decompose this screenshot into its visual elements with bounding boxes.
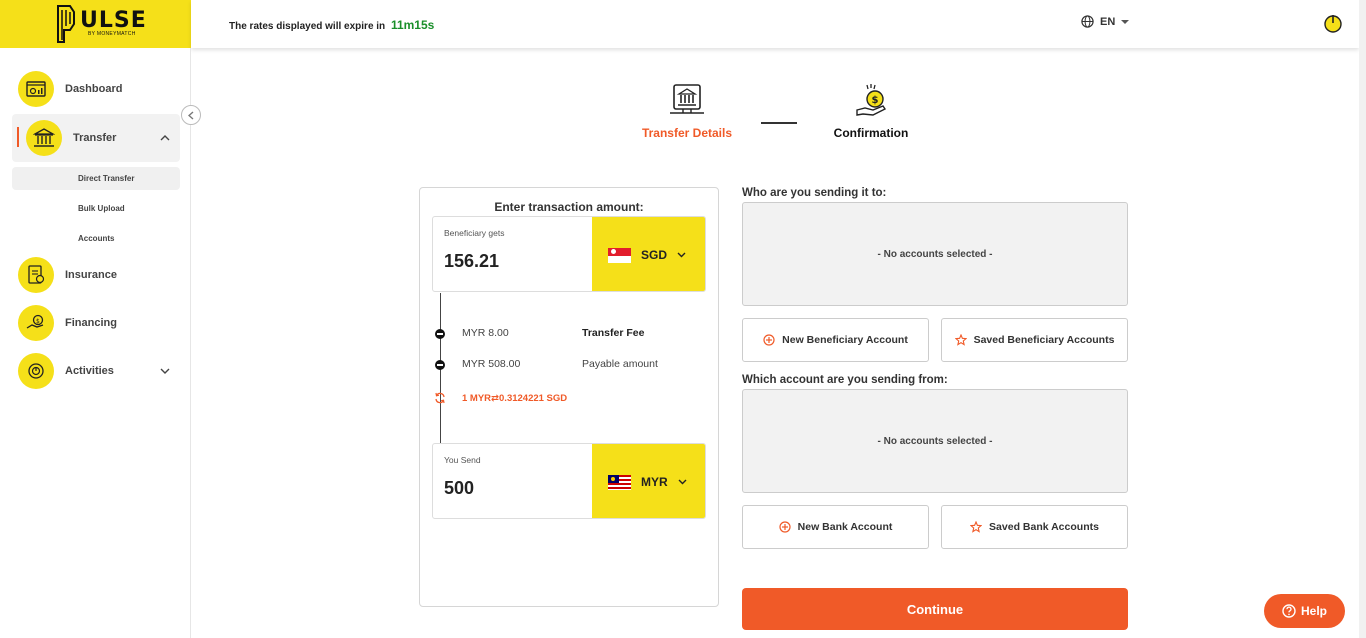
- caret-down-icon: [1121, 19, 1130, 24]
- equals-icon: [435, 360, 445, 370]
- sidebar-item-insurance[interactable]: Insurance: [12, 254, 180, 296]
- active-indicator: [17, 127, 19, 147]
- help-label: Help: [1300, 604, 1327, 618]
- send-currency-select[interactable]: MYR: [592, 444, 705, 518]
- fee-label: Transfer Fee: [582, 327, 645, 339]
- star-icon: [970, 521, 983, 533]
- step-label: Transfer Details: [641, 126, 733, 140]
- sidebar-item-label: Activities: [65, 365, 114, 377]
- payable-amount-row: MYR 508.00 Payable amount: [434, 357, 694, 371]
- pulse-logo-icon: [57, 5, 75, 43]
- expiry-timer: 11m15s: [390, 18, 435, 32]
- send-caption: You Send: [444, 455, 481, 465]
- sidebar-item-label: Financing: [65, 317, 117, 329]
- continue-button[interactable]: Continue: [742, 588, 1128, 630]
- rate-to: 0.3124221 SGD: [499, 393, 568, 404]
- fee-amount: MYR 8.00: [462, 327, 509, 339]
- step-transfer-details: Transfer Details: [620, 82, 754, 140]
- svg-text:$: $: [36, 318, 40, 325]
- sidebar: Dashboard Transfer Direct Transfer Bulk …: [0, 48, 191, 638]
- brand-name: ULSE: [80, 8, 147, 33]
- help-button[interactable]: Help: [1264, 594, 1345, 628]
- chevron-down-icon: [677, 252, 686, 258]
- chevron-up-icon[interactable]: [160, 135, 170, 141]
- coin-hand-icon: $: [856, 84, 887, 116]
- sidebar-item-activities[interactable]: Activities: [12, 350, 180, 392]
- payable-amount: MYR 508.00: [462, 358, 521, 370]
- button-label: Saved Bank Accounts: [989, 521, 1099, 533]
- saved-bank-accounts-button[interactable]: Saved Bank Accounts: [941, 505, 1128, 549]
- brand-tagline: BY MONEYMATCH: [88, 31, 136, 37]
- chevron-left-icon: [188, 110, 194, 120]
- minus-icon: [435, 329, 445, 339]
- transfer-fee-row: MYR 8.00 Transfer Fee: [434, 326, 694, 340]
- sidebar-item-label: Transfer: [73, 132, 117, 144]
- step-connector: [761, 122, 797, 124]
- beneficiary-amount-box: Beneficiary gets 156.21 SGD: [432, 216, 706, 292]
- send-amount-input[interactable]: 500: [444, 478, 474, 499]
- scrollbar[interactable]: [1359, 0, 1366, 638]
- source-selection-box[interactable]: - No accounts selected -: [742, 389, 1128, 493]
- button-label: New Bank Account: [797, 521, 893, 533]
- globe-icon: [1081, 15, 1094, 28]
- activities-icon: [18, 353, 54, 389]
- plus-circle-icon: [763, 334, 775, 346]
- currency-code: SGD: [641, 248, 668, 262]
- step-label: Confirmation: [833, 126, 909, 140]
- rate-expiry-notice: The rates displayed will expire in 11m15…: [229, 18, 434, 32]
- button-label: Saved Beneficiary Accounts: [973, 334, 1115, 346]
- financing-icon: $: [18, 305, 54, 341]
- language-label: EN: [1100, 15, 1116, 28]
- step-confirmation: $ Confirmation: [804, 82, 938, 140]
- collapse-sidebar-button[interactable]: [181, 105, 201, 125]
- beneficiary-amount-input[interactable]: 156.21: [444, 251, 499, 272]
- star-icon: [954, 334, 967, 346]
- card-title: Enter transaction amount:: [494, 200, 644, 214]
- source-section-title: Which account are you sending from:: [742, 374, 948, 386]
- expiry-text: The rates displayed will expire in: [229, 21, 386, 32]
- button-label: New Beneficiary Account: [782, 334, 908, 346]
- amount-card: Enter transaction amount: Beneficiary ge…: [419, 187, 719, 607]
- plus-circle-icon: [779, 521, 791, 533]
- sidebar-item-label: Dashboard: [65, 83, 123, 95]
- beneficiary-section-title: Who are you sending it to:: [742, 187, 887, 199]
- progress-stepper: Transfer Details $ Confirmation: [620, 82, 940, 152]
- bank-terminal-icon: [670, 84, 704, 114]
- singapore-flag-icon: [608, 247, 631, 263]
- chevron-down-icon[interactable]: [160, 368, 170, 374]
- beneficiary-selection-box[interactable]: - No accounts selected -: [742, 202, 1128, 306]
- beneficiary-caption: Beneficiary gets: [444, 228, 505, 238]
- logo[interactable]: ULSE BY MONEYMATCH: [0, 0, 191, 48]
- sidebar-subitem-bulk-upload[interactable]: Bulk Upload: [12, 197, 180, 220]
- language-selector[interactable]: EN: [1081, 15, 1130, 28]
- sidebar-subitem-direct-transfer[interactable]: Direct Transfer: [12, 167, 180, 190]
- sidebar-item-transfer[interactable]: Transfer: [12, 114, 180, 162]
- power-icon[interactable]: [1323, 13, 1343, 33]
- currency-code: MYR: [641, 475, 668, 489]
- sidebar-item-financing[interactable]: $ Financing: [12, 302, 180, 344]
- chevron-down-icon: [678, 479, 687, 485]
- new-beneficiary-button[interactable]: New Beneficiary Account: [742, 318, 929, 362]
- exchange-arrows-icon: ⇄: [491, 393, 500, 404]
- dashboard-icon: [18, 71, 54, 107]
- top-bar: The rates displayed will expire in 11m15…: [191, 0, 1359, 48]
- sidebar-item-dashboard[interactable]: Dashboard: [12, 68, 180, 110]
- beneficiary-currency-select[interactable]: SGD: [592, 217, 705, 291]
- send-amount-box: You Send 500 MYR: [432, 443, 706, 519]
- question-circle-icon: [1282, 604, 1296, 618]
- svg-text:$: $: [872, 95, 879, 106]
- bank-icon: [26, 120, 62, 156]
- sidebar-item-label: Insurance: [65, 269, 117, 281]
- saved-beneficiary-button[interactable]: Saved Beneficiary Accounts: [941, 318, 1128, 362]
- payable-label: Payable amount: [582, 358, 658, 370]
- malaysia-flag-icon: [608, 474, 631, 490]
- insurance-icon: [18, 257, 54, 293]
- sidebar-subitem-accounts[interactable]: Accounts: [12, 227, 180, 250]
- rate-from: 1 MYR: [462, 393, 492, 404]
- refresh-icon: [435, 392, 445, 404]
- new-bank-account-button[interactable]: New Bank Account: [742, 505, 929, 549]
